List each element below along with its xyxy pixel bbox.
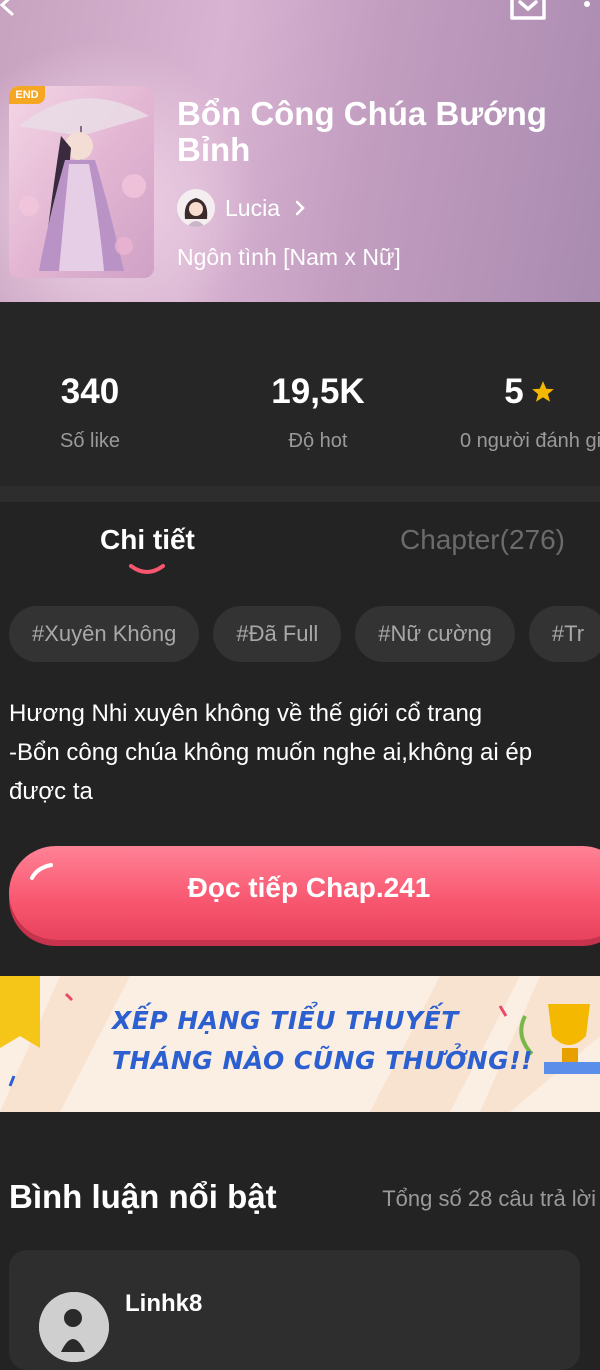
star-icon bbox=[531, 381, 554, 402]
rating-number: 5 bbox=[504, 372, 524, 411]
stat-likes-value: 340 bbox=[60, 372, 120, 411]
cover-illustration bbox=[9, 86, 154, 278]
book-header: END Bổn Công Chúa Bướng Bỉnh Lucia Ngôn … bbox=[0, 0, 600, 302]
comment-card[interactable]: Linhk8 bbox=[9, 1250, 580, 1370]
continue-reading-label: Đọc tiếp Chap.241 bbox=[187, 872, 431, 903]
banner-line-2: THÁNG NÀO CŨNG THƯỞNG!! bbox=[112, 1046, 533, 1075]
tab-bar: Chi tiết Chapter(276) bbox=[0, 502, 600, 592]
tag-chip[interactable]: #Tr bbox=[528, 606, 600, 662]
stat-rating-value: 5 bbox=[460, 372, 600, 412]
banner-decoration bbox=[0, 976, 600, 1112]
author-link[interactable]: Lucia bbox=[177, 188, 306, 228]
tab-detail[interactable]: Chi tiết bbox=[100, 524, 195, 556]
stat-rating[interactable]: 5 0 người đánh gi bbox=[460, 372, 600, 453]
tab-indicator bbox=[129, 564, 165, 574]
book-cover[interactable]: END bbox=[9, 86, 154, 278]
comments-count[interactable]: Tổng số 28 câu trả lời bbox=[382, 1186, 596, 1212]
description-line: -Bổn công chúa không muốn nghe ai,không … bbox=[9, 739, 533, 766]
description-line: Hương Nhi xuyên không về thế giới cổ tra… bbox=[9, 700, 483, 727]
stat-hot: 19,5K Độ hot bbox=[248, 372, 388, 453]
tag-chip[interactable]: #Xuyên Không bbox=[9, 606, 200, 662]
tag-list: #Xuyên Không #Đã Full #Nữ cường #Tr bbox=[9, 606, 600, 662]
commenter-name: Linhk8 bbox=[125, 1290, 203, 1317]
tag-chip[interactable]: #Nữ cường bbox=[355, 606, 515, 662]
stat-likes: 340 Số like bbox=[30, 372, 150, 453]
chevron-right-icon bbox=[295, 200, 305, 216]
download-icon[interactable] bbox=[508, 0, 548, 22]
author-name: Lucia bbox=[225, 194, 280, 221]
section-divider bbox=[0, 486, 600, 502]
more-icon[interactable] bbox=[580, 0, 594, 12]
stat-hot-label: Độ hot bbox=[288, 430, 348, 452]
stat-likes-label: Số like bbox=[59, 430, 121, 452]
stats-panel: 340 Số like 19,5K Độ hot 5 0 người đánh … bbox=[0, 302, 600, 486]
tag-chip[interactable]: #Đã Full bbox=[213, 606, 342, 662]
continue-reading-button[interactable]: Đọc tiếp Chap.241 bbox=[9, 846, 600, 940]
ranking-banner[interactable]: XẾP HẠNG TIỂU THUYẾT THÁNG NÀO CŨNG THƯỞ… bbox=[0, 976, 600, 1112]
commenter-avatar[interactable] bbox=[39, 1292, 109, 1362]
banner-line-1: XẾP HẠNG TIỂU THUYẾT bbox=[112, 1006, 459, 1035]
book-genre: Ngôn tình [Nam x Nữ] bbox=[177, 244, 401, 270]
back-icon[interactable] bbox=[0, 0, 18, 16]
book-description: Hương Nhi xuyên không về thế giới cổ tra… bbox=[9, 694, 600, 811]
description-line: được ta bbox=[9, 778, 93, 805]
book-title: Bổn Công Chúa Bướng Bỉnh bbox=[177, 95, 547, 168]
author-avatar bbox=[177, 189, 215, 227]
stat-hot-value: 19,5K bbox=[271, 372, 365, 411]
tab-chapters[interactable]: Chapter(276) bbox=[400, 524, 565, 556]
stat-rating-label: 0 người đánh gi bbox=[460, 430, 600, 452]
comments-title: Bình luận nổi bật bbox=[9, 1178, 277, 1215]
end-badge: END bbox=[9, 86, 45, 104]
